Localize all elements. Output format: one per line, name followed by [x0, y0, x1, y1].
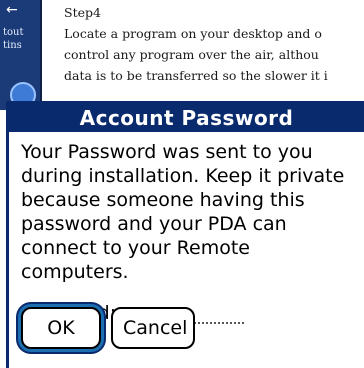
side-panel: ← tout tins — [0, 0, 42, 110]
step-heading: Step4 — [64, 5, 101, 20]
dialog-title: Account Password — [9, 104, 364, 132]
dialog-message: Your Password was sent to you during ins… — [21, 141, 345, 283]
side-panel-text: tout tins — [3, 26, 24, 52]
background-document-text: Step4 Locate a program on your desktop a… — [64, 2, 364, 86]
document-line: Locate a program on your desktop and o — [64, 26, 322, 41]
ok-button[interactable]: OK — [21, 307, 101, 349]
side-text-line: tins — [3, 40, 22, 51]
side-text-line: tout — [3, 27, 24, 38]
cancel-button[interactable]: Cancel — [111, 307, 195, 349]
back-arrow-icon[interactable]: ← — [6, 3, 32, 17]
document-line: control any program over the air, althou — [64, 47, 319, 62]
dialog-buttons: OK Cancel — [21, 307, 195, 349]
background-app: ← tout tins Step4 Locate a program on yo… — [0, 0, 364, 110]
account-password-dialog: Account Password Your Password was sent … — [6, 101, 364, 368]
document-line: data is to be transferred so the slower … — [64, 68, 328, 83]
pda-screen: ← tout tins Step4 Locate a program on yo… — [0, 0, 364, 368]
